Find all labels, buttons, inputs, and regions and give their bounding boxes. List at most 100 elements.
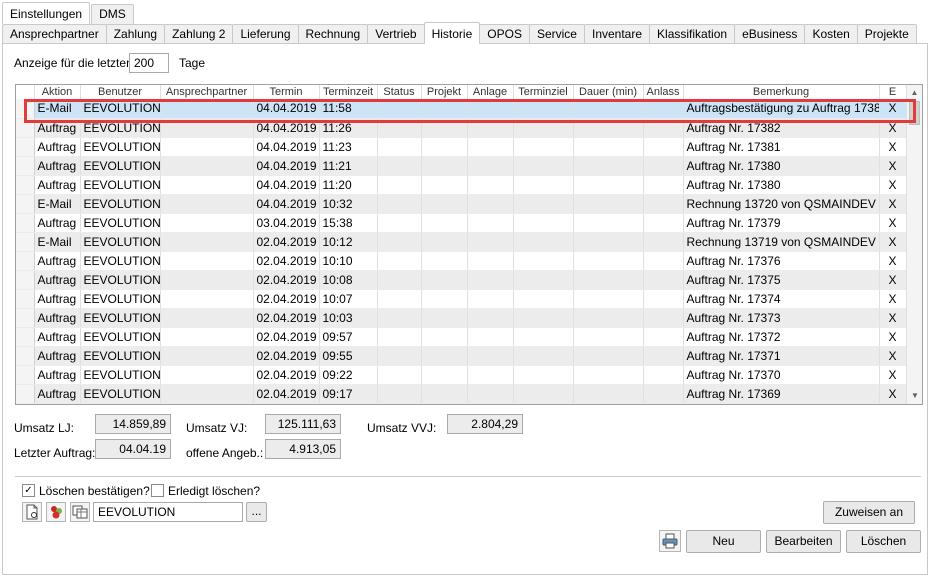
cell-projekt[interactable] [421,327,468,347]
row-header[interactable] [16,213,35,233]
cell-terminzeit[interactable]: 10:10 [319,251,378,271]
cell-bemerkung[interactable]: Rechnung 13719 von QSMAINDEV [683,232,880,252]
cell-terminzeit[interactable]: 10:32 [319,194,378,214]
cell-bemerkung[interactable]: Auftrag Nr. 17373 [683,308,880,328]
cell-dauer[interactable] [573,384,644,404]
cell-terminziel[interactable] [513,194,574,214]
cell-anlass[interactable] [643,137,684,157]
cell-projekt[interactable] [421,194,468,214]
cell-aktion[interactable]: Auftrag [34,251,81,271]
cell-status[interactable] [377,308,422,328]
cell-bemerkung[interactable]: Auftrag Nr. 17375 [683,270,880,290]
table-row[interactable]: Auftrag EEVOLUTION 02.04.2019 09:55 Auftrag … [16,346,907,366]
loeschen-bestaetigen-checkbox[interactable]: ✓ [22,484,35,497]
cell-benutzer[interactable]: EEVOLUTION [80,384,161,404]
tab-ansprechpartner[interactable]: Ansprechpartner [2,24,107,44]
cell-termin[interactable]: 02.04.2019 [253,270,320,290]
cell-e[interactable]: X [879,213,907,233]
cell-e[interactable]: X [879,232,907,252]
cell-status[interactable] [377,156,422,176]
erledigt-loeschen-checkbox[interactable] [151,484,164,497]
table-row[interactable]: Auftrag EEVOLUTION 02.04.2019 10:07 Auftrag … [16,289,907,309]
cell-projekt[interactable] [421,137,468,157]
table-row[interactable]: Auftrag EEVOLUTION 04.04.2019 11:21 Auftrag … [16,156,907,176]
cell-termin[interactable]: 02.04.2019 [253,346,320,366]
tab-opos[interactable]: OPOS [479,24,530,44]
row-header[interactable] [16,194,35,214]
cell-aktion[interactable]: Auftrag [34,384,81,404]
scroll-down-icon[interactable]: ▼ [907,388,922,404]
cell-benutzer[interactable]: EEVOLUTION [80,327,161,347]
cell-aktion[interactable]: Auftrag [34,289,81,309]
cell-aktion[interactable]: Auftrag [34,308,81,328]
cell-dauer[interactable] [573,137,644,157]
cell-benutzer[interactable]: EEVOLUTION [80,346,161,366]
cell-projekt[interactable] [421,346,468,366]
cell-benutzer[interactable]: EEVOLUTION [80,232,161,252]
cell-benutzer[interactable]: EEVOLUTION [80,137,161,157]
cell-status[interactable] [377,384,422,404]
row-header[interactable] [16,137,35,157]
cell-bemerkung[interactable]: Auftrag Nr. 17382 [683,118,880,138]
user-field[interactable]: EEVOLUTION [93,502,243,522]
cell-e[interactable]: X [879,346,907,366]
cell-e[interactable]: X [879,384,907,404]
cell-anlass[interactable] [643,156,684,176]
cell-termin[interactable]: 02.04.2019 [253,327,320,347]
table-row[interactable]: E-Mail EEVOLUTION 04.04.2019 11:58 Auftragsb… [16,99,907,119]
cell-termin[interactable]: 04.04.2019 [253,175,320,195]
cell-bemerkung[interactable]: Auftrag Nr. 17380 [683,175,880,195]
table-row[interactable]: Auftrag EEVOLUTION 02.04.2019 09:22 Auftrag … [16,365,907,385]
row-header[interactable] [16,346,35,366]
tab-zahlung[interactable]: Zahlung [105,24,166,44]
cell-e[interactable]: X [879,270,907,290]
cell-terminziel[interactable] [513,289,574,309]
col-header-terminzeit[interactable]: Terminzeit [319,85,378,99]
cell-status[interactable] [377,213,422,233]
cell-status[interactable] [377,232,422,252]
cell-benutzer[interactable]: EEVOLUTION [80,365,161,385]
cell-anlage[interactable] [467,327,514,347]
days-input[interactable]: 200 [129,53,169,73]
cell-dauer[interactable] [573,194,644,214]
cell-terminziel[interactable] [513,251,574,271]
col-header-projekt[interactable]: Projekt [421,85,468,99]
cell-aktion[interactable]: E-Mail [34,99,81,119]
cell-terminziel[interactable] [513,365,574,385]
cell-dauer[interactable] [573,270,644,290]
col-header-ansprechpartner[interactable]: Ansprechpartner [160,85,254,99]
table-row[interactable]: E-Mail EEVOLUTION 02.04.2019 10:12 Rechnung … [16,232,907,252]
cell-aktion[interactable]: E-Mail [34,232,81,252]
cell-terminziel[interactable] [513,118,574,138]
cell-ansprechpartner[interactable] [160,365,254,385]
cell-anlass[interactable] [643,232,684,252]
cell-terminziel[interactable] [513,232,574,252]
cell-dauer[interactable] [573,346,644,366]
tab-projekte[interactable]: Projekte [856,24,917,44]
cell-anlage[interactable] [467,346,514,366]
cell-terminzeit[interactable]: 10:12 [319,232,378,252]
cell-ansprechpartner[interactable] [160,175,254,195]
cell-status[interactable] [377,99,422,119]
table-row[interactable]: Auftrag EEVOLUTION 02.04.2019 09:57 Auftrag … [16,327,907,347]
cell-projekt[interactable] [421,251,468,271]
cell-terminziel[interactable] [513,175,574,195]
tab-rechnung[interactable]: Rechnung [297,24,369,44]
cell-dauer[interactable] [573,365,644,385]
tab-kosten[interactable]: Kosten [804,24,858,44]
cell-status[interactable] [377,346,422,366]
tab-ebusiness[interactable]: eBusiness [734,24,806,44]
cell-anlass[interactable] [643,365,684,385]
cell-termin[interactable]: 02.04.2019 [253,384,320,404]
cell-ansprechpartner[interactable] [160,156,254,176]
cell-terminzeit[interactable]: 11:58 [319,99,378,119]
cell-ansprechpartner[interactable] [160,308,254,328]
cell-dauer[interactable] [573,99,644,119]
cell-projekt[interactable] [421,175,468,195]
cell-anlass[interactable] [643,270,684,290]
table-row[interactable]: Auftrag EEVOLUTION 04.04.2019 11:20 Auftrag … [16,175,907,195]
cell-anlass[interactable] [643,175,684,195]
cell-anlage[interactable] [467,194,514,214]
grid-vertical-scrollbar[interactable]: ▲ ▼ [906,85,922,404]
cell-projekt[interactable] [421,384,468,404]
